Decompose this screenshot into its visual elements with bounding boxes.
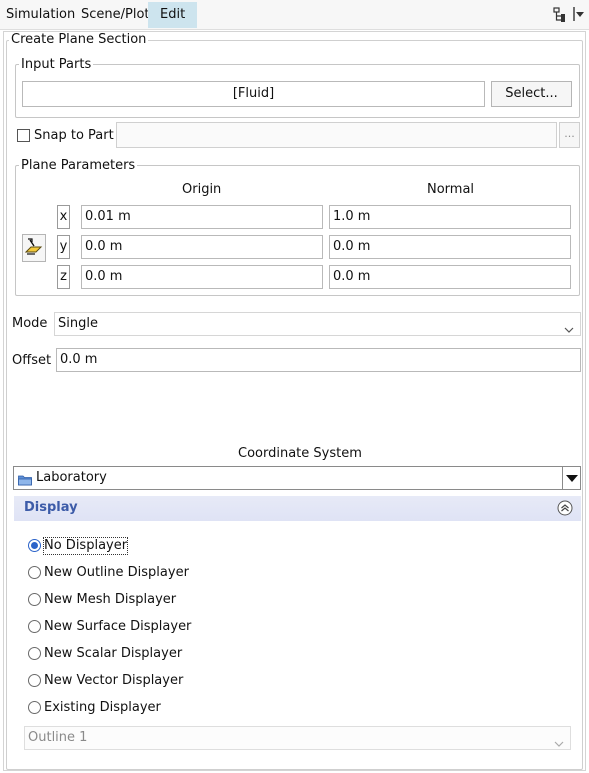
caret-down-icon — [566, 475, 578, 482]
origin-x-input[interactable]: 0.01 m — [81, 205, 323, 229]
collapse-icon[interactable] — [557, 500, 573, 520]
dropdown-arrow-icon[interactable] — [573, 6, 585, 26]
tab-simulation[interactable]: Simulation — [6, 2, 75, 28]
offset-label: Offset — [12, 353, 52, 368]
origin-z-input[interactable]: 0.0 m — [81, 265, 323, 289]
input-parts-legend: Input Parts — [19, 57, 94, 73]
plane-parameters-legend: Plane Parameters — [19, 158, 138, 174]
radio-label-new-mesh-displayer: New Mesh Displayer — [44, 592, 177, 607]
radio-label-new-scalar-displayer: New Scalar Displayer — [44, 646, 183, 661]
radio-new-outline-displayer[interactable] — [28, 566, 41, 579]
normal-y-input[interactable]: 0.0 m — [329, 235, 571, 259]
chevron-down-icon — [554, 734, 564, 756]
tab-bar: Simulation Scene/Plot Edit — [0, 0, 589, 30]
pick-point-button[interactable] — [22, 234, 46, 262]
offset-input[interactable]: 0.0 m — [56, 348, 581, 372]
create-plane-section-panel: Create Plane Section Input Parts [Fluid]… — [3, 31, 586, 771]
origin-y-input[interactable]: 0.0 m — [81, 235, 323, 259]
radio-new-mesh-displayer[interactable] — [28, 593, 41, 606]
radio-label-no-displayer: No Displayer — [42, 537, 129, 555]
existing-displayer-value: Outline 1 — [28, 730, 88, 745]
coordinate-system-dropdown-button[interactable] — [562, 467, 580, 489]
display-section-header[interactable]: Display — [14, 496, 581, 521]
snap-to-part-browse-button[interactable]: ... — [559, 122, 580, 148]
input-parts-field[interactable]: [Fluid] — [22, 81, 485, 107]
radio-new-scalar-displayer[interactable] — [28, 647, 41, 660]
tab-edit[interactable]: Edit — [148, 2, 198, 28]
coordinate-system-value: Laboratory — [36, 470, 107, 485]
mode-value: Single — [58, 316, 98, 331]
snap-to-part-checkbox[interactable] — [17, 129, 30, 142]
panel-title: Create Plane Section — [9, 32, 149, 48]
chevron-down-icon — [564, 320, 574, 342]
snap-to-part-label: Snap to Part — [34, 128, 114, 143]
radio-new-vector-displayer[interactable] — [28, 674, 41, 687]
coordinate-system-select[interactable]: Laboratory — [13, 466, 581, 490]
axis-x-label: x — [57, 205, 70, 229]
folder-icon — [18, 472, 32, 494]
radio-label-new-outline-displayer: New Outline Displayer — [44, 565, 189, 580]
select-parts-button[interactable]: Select... — [491, 81, 572, 107]
normal-x-input[interactable]: 1.0 m — [329, 205, 571, 229]
mode-select[interactable]: Single — [54, 312, 581, 336]
display-title: Display — [24, 500, 78, 515]
normal-header: Normal — [427, 182, 475, 197]
axis-z-label: z — [57, 265, 70, 289]
origin-header: Origin — [182, 182, 222, 197]
existing-displayer-select[interactable]: Outline 1 — [24, 726, 571, 750]
tab-scene-plot[interactable]: Scene/Plot — [81, 2, 150, 28]
normal-z-input[interactable]: 0.0 m — [329, 265, 571, 289]
tree-icon[interactable] — [553, 7, 567, 27]
radio-label-existing-displayer: Existing Displayer — [44, 700, 161, 715]
pick-point-icon — [24, 238, 43, 261]
radio-existing-displayer[interactable] — [28, 701, 41, 714]
radio-no-displayer[interactable] — [28, 539, 41, 552]
radio-label-new-surface-displayer: New Surface Displayer — [44, 619, 192, 634]
coordinate-system-label: Coordinate System — [238, 446, 362, 461]
axis-y-label: y — [57, 235, 70, 259]
radio-new-surface-displayer[interactable] — [28, 620, 41, 633]
radio-label-new-vector-displayer: New Vector Displayer — [44, 673, 184, 688]
mode-label: Mode — [12, 316, 48, 331]
snap-to-part-field[interactable] — [116, 122, 557, 148]
